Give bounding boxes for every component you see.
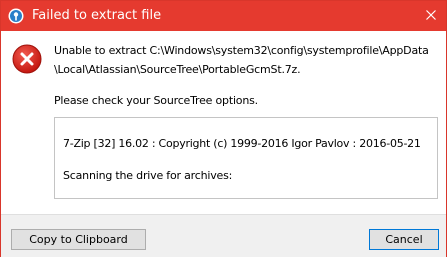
hint-text: Please check your SourceTree options. [54, 94, 258, 107]
close-icon [426, 9, 436, 23]
title-bar[interactable]: Failed to extract file [1, 1, 446, 31]
dialog-window: Failed to extract file Unable to extract… [0, 0, 447, 257]
details-line: Scanning the drive for archives: [63, 169, 233, 182]
copy-to-clipboard-button[interactable]: Copy to Clipboard [11, 229, 146, 250]
error-message: Unable to extract C:\Windows\system32\co… [54, 41, 434, 79]
sourcetree-app-icon [8, 8, 24, 24]
close-button[interactable] [416, 1, 446, 31]
error-message-line1: Unable to extract C:\Windows\system32\co… [54, 44, 429, 57]
error-message-line2: \Local\Atlassian\SourceTree\PortableGcmS… [54, 63, 301, 76]
details-box[interactable]: 7-Zip [32] 16.02 : Copyright (c) 1999-20… [54, 117, 438, 199]
window-title: Failed to extract file [32, 8, 162, 23]
details-line: 7-Zip [32] 16.02 : Copyright (c) 1999-20… [63, 137, 421, 150]
cancel-button[interactable]: Cancel [369, 229, 439, 250]
error-icon [12, 44, 42, 74]
button-bar: Copy to Clipboard Cancel [1, 214, 446, 257]
